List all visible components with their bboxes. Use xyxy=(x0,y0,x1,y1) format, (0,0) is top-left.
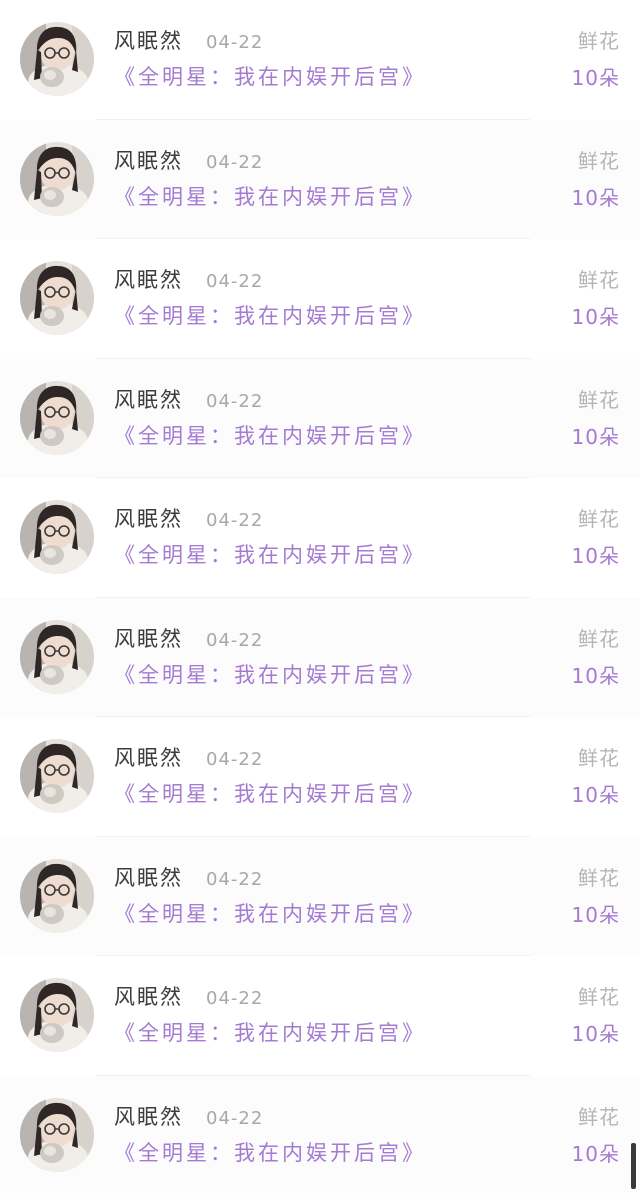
gift-record-row[interactable]: 风眠然 04-22 《全明星：我在内娱开后宫》 鲜花 10朵 xyxy=(0,358,640,478)
gift-count: 10朵 xyxy=(571,1022,620,1046)
avatar[interactable] xyxy=(20,858,94,933)
avatar[interactable] xyxy=(20,500,94,574)
gift-type: 鲜花 xyxy=(578,29,620,53)
gift-record-row[interactable]: 风眠然 04-22 《全明星：我在内娱开后宫》 鲜花 10朵 xyxy=(0,1075,640,1193)
book-title-link[interactable]: 《全明星：我在内娱开后宫》 xyxy=(114,62,426,92)
gift-count: 10朵 xyxy=(571,185,620,210)
book-title-link[interactable]: 《全明星：我在内娱开后宫》 xyxy=(114,540,426,570)
gift-count: 10朵 xyxy=(571,902,620,927)
avatar[interactable] xyxy=(20,261,94,335)
avatar[interactable] xyxy=(20,380,94,455)
gift-record-row[interactable]: 风眠然 04-22 《全明星：我在内娱开后宫》 鲜花 10朵 xyxy=(0,717,640,837)
gift-type: 鲜花 xyxy=(578,746,620,770)
book-title-link[interactable]: 《全明星：我在内娱开后宫》 xyxy=(114,1138,426,1168)
record-date: 04-22 xyxy=(206,271,264,292)
user-name[interactable]: 风眠然 xyxy=(114,984,183,1010)
avatar[interactable] xyxy=(20,619,94,694)
gift-type: 鲜花 xyxy=(578,268,620,292)
avatar-photo-icon xyxy=(20,141,94,216)
gift-record-row[interactable]: 风眠然 04-22 《全明星：我在内娱开后宫》 鲜花 10朵 xyxy=(0,119,640,239)
record-date: 04-22 xyxy=(206,151,264,173)
record-date: 04-22 xyxy=(206,390,264,412)
record-date: 04-22 xyxy=(206,749,264,770)
record-date: 04-22 xyxy=(206,629,264,651)
user-name[interactable]: 风眠然 xyxy=(114,28,183,54)
gift-count: 10朵 xyxy=(571,544,620,568)
gift-count: 10朵 xyxy=(571,663,620,688)
gift-record-row[interactable]: 风眠然 04-22 《全明星：我在内娱开后宫》 鲜花 10朵 xyxy=(0,478,640,598)
avatar-photo-icon xyxy=(20,500,94,574)
gift-count: 10朵 xyxy=(571,783,620,807)
book-title-link[interactable]: 《全明星：我在内娱开后宫》 xyxy=(114,182,426,212)
book-title-link[interactable]: 《全明星：我在内娱开后宫》 xyxy=(114,1018,426,1048)
avatar[interactable] xyxy=(20,739,94,813)
record-date: 04-22 xyxy=(206,510,264,531)
user-name[interactable]: 风眠然 xyxy=(114,865,183,891)
book-title-link[interactable]: 《全明星：我在内娱开后宫》 xyxy=(114,899,426,929)
user-name[interactable]: 风眠然 xyxy=(114,745,183,771)
user-name[interactable]: 风眠然 xyxy=(114,267,183,293)
gift-count: 10朵 xyxy=(571,1141,620,1166)
gift-record-row[interactable]: 风眠然 04-22 《全明星：我在内娱开后宫》 鲜花 10朵 xyxy=(0,956,640,1076)
gift-type: 鲜花 xyxy=(578,148,620,173)
gift-record-row[interactable]: 风眠然 04-22 《全明星：我在内娱开后宫》 鲜花 10朵 xyxy=(0,836,640,956)
gift-type: 鲜花 xyxy=(578,865,620,890)
user-name[interactable]: 风眠然 xyxy=(114,387,183,413)
avatar-photo-icon xyxy=(20,1097,94,1172)
book-title-link[interactable]: 《全明星：我在内娱开后宫》 xyxy=(114,421,426,451)
record-date: 04-22 xyxy=(206,868,264,890)
avatar-photo-icon xyxy=(20,619,94,694)
avatar-photo-icon xyxy=(20,261,94,335)
avatar-photo-icon xyxy=(20,22,94,96)
user-name[interactable]: 风眠然 xyxy=(114,626,183,652)
avatar-photo-icon xyxy=(20,739,94,813)
book-title-link[interactable]: 《全明星：我在内娱开后宫》 xyxy=(114,301,426,331)
avatar[interactable] xyxy=(20,978,94,1052)
gift-count: 10朵 xyxy=(571,305,620,329)
avatar-photo-icon xyxy=(20,380,94,455)
record-date: 04-22 xyxy=(206,988,264,1009)
record-date: 04-22 xyxy=(206,1107,264,1129)
gift-type: 鲜花 xyxy=(578,387,620,412)
gift-count: 10朵 xyxy=(571,424,620,449)
gift-count: 10朵 xyxy=(571,66,620,90)
gift-record-list: 风眠然 04-22 《全明星：我在内娱开后宫》 鲜花 10朵 风眠然 04-22… xyxy=(0,0,640,1193)
gift-record-row[interactable]: 风眠然 04-22 《全明星：我在内娱开后宫》 鲜花 10朵 xyxy=(0,0,640,120)
gift-type: 鲜花 xyxy=(578,985,620,1009)
scrollbar[interactable] xyxy=(631,1143,636,1189)
avatar-photo-icon xyxy=(20,858,94,933)
gift-type: 鲜花 xyxy=(578,1104,620,1129)
record-date: 04-22 xyxy=(206,32,264,53)
user-name[interactable]: 风眠然 xyxy=(114,1104,183,1130)
gift-record-row[interactable]: 风眠然 04-22 《全明星：我在内娱开后宫》 鲜花 10朵 xyxy=(0,597,640,717)
avatar[interactable] xyxy=(20,141,94,216)
avatar[interactable] xyxy=(20,22,94,96)
gift-record-row[interactable]: 风眠然 04-22 《全明星：我在内娱开后宫》 鲜花 10朵 xyxy=(0,239,640,359)
avatar[interactable] xyxy=(20,1097,94,1172)
gift-type: 鲜花 xyxy=(578,507,620,531)
user-name[interactable]: 风眠然 xyxy=(114,148,183,174)
book-title-link[interactable]: 《全明星：我在内娱开后宫》 xyxy=(114,779,426,809)
gift-type: 鲜花 xyxy=(578,626,620,651)
book-title-link[interactable]: 《全明星：我在内娱开后宫》 xyxy=(114,660,426,690)
avatar-photo-icon xyxy=(20,978,94,1052)
user-name[interactable]: 风眠然 xyxy=(114,506,183,532)
